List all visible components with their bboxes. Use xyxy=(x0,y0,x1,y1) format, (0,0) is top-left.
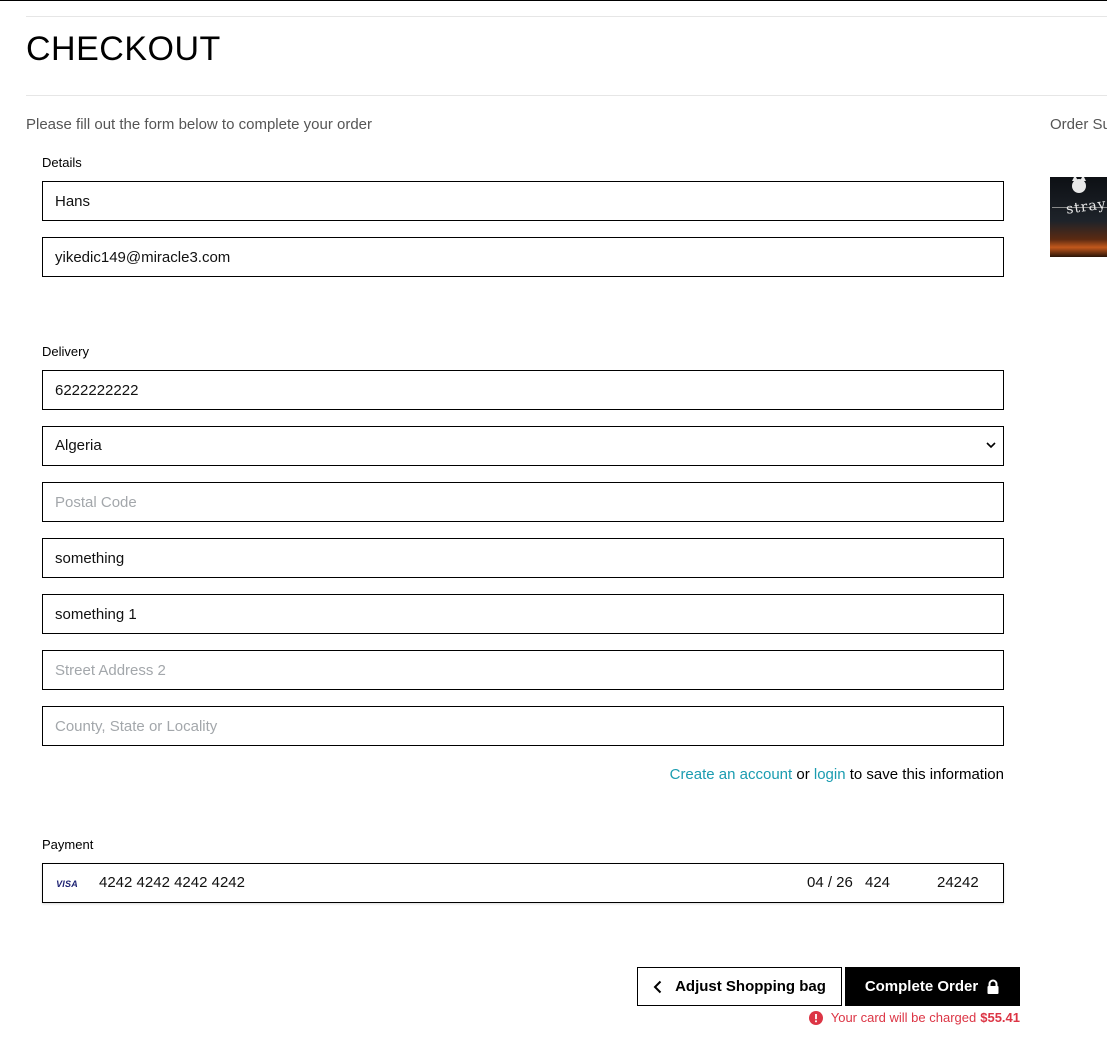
town-or-city-input[interactable] xyxy=(42,538,1004,578)
charge-amount: $55.41 xyxy=(980,1010,1020,1025)
chevron-down-icon xyxy=(986,442,996,449)
login-link[interactable]: login xyxy=(814,766,846,783)
page-title: CHECKOUT xyxy=(26,30,221,68)
create-account-link[interactable]: Create an account xyxy=(670,766,793,783)
save-info-suffix: to save this information xyxy=(849,766,1004,783)
order-summary-title: Order Su xyxy=(1050,116,1107,133)
full-name-input[interactable] xyxy=(42,181,1004,221)
charge-text: Your card will be charged xyxy=(830,1010,977,1025)
adjust-shopping-bag-label: Adjust Shopping bag xyxy=(675,978,826,995)
card-expiry-field[interactable]: 04 / 26 xyxy=(807,874,853,891)
lock-icon xyxy=(987,979,999,994)
card-number-field[interactable]: 4242 4242 4242 4242 xyxy=(99,874,245,891)
email-input[interactable] xyxy=(42,237,1004,277)
charge-notice: Your card will be charged $55.41 xyxy=(808,1010,1020,1025)
phone-number-input[interactable] xyxy=(42,370,1004,410)
adjust-shopping-bag-button[interactable]: Adjust Shopping bag xyxy=(637,967,842,1006)
payment-label: Payment xyxy=(42,837,94,852)
header-divider-top xyxy=(26,16,1107,17)
alert-circle-icon xyxy=(808,1010,823,1025)
country-select[interactable]: Algeria xyxy=(42,426,1004,466)
complete-order-button[interactable]: Complete Order xyxy=(845,967,1020,1006)
county-input[interactable] xyxy=(42,706,1004,746)
street-address-1-input[interactable] xyxy=(42,594,1004,634)
checkout-intro: Please fill out the form below to comple… xyxy=(26,116,373,133)
country-selected-value: Algeria xyxy=(55,437,102,454)
stray-logo: stray xyxy=(1065,196,1107,218)
or-text: or xyxy=(796,766,810,783)
product-thumbnail[interactable]: stray xyxy=(1050,177,1107,257)
street-address-2-input[interactable] xyxy=(42,650,1004,690)
card-input[interactable]: VISA 4242 4242 4242 4242 04 / 26 424 242… xyxy=(42,863,1004,903)
cat-icon xyxy=(1072,177,1086,193)
chevron-left-icon xyxy=(653,980,662,993)
save-info-prompt: Create an account or login to save this … xyxy=(670,766,1004,783)
complete-order-label: Complete Order xyxy=(864,978,979,995)
postal-code-input[interactable] xyxy=(42,482,1004,522)
card-zip-field[interactable]: 24242 xyxy=(937,874,979,891)
details-label: Details xyxy=(42,155,82,170)
visa-card-icon: VISA xyxy=(56,879,78,889)
card-cvc-field[interactable]: 424 xyxy=(865,874,890,891)
top-border xyxy=(0,0,1107,1)
delivery-label: Delivery xyxy=(42,344,89,359)
header-divider-bottom xyxy=(26,95,1107,96)
